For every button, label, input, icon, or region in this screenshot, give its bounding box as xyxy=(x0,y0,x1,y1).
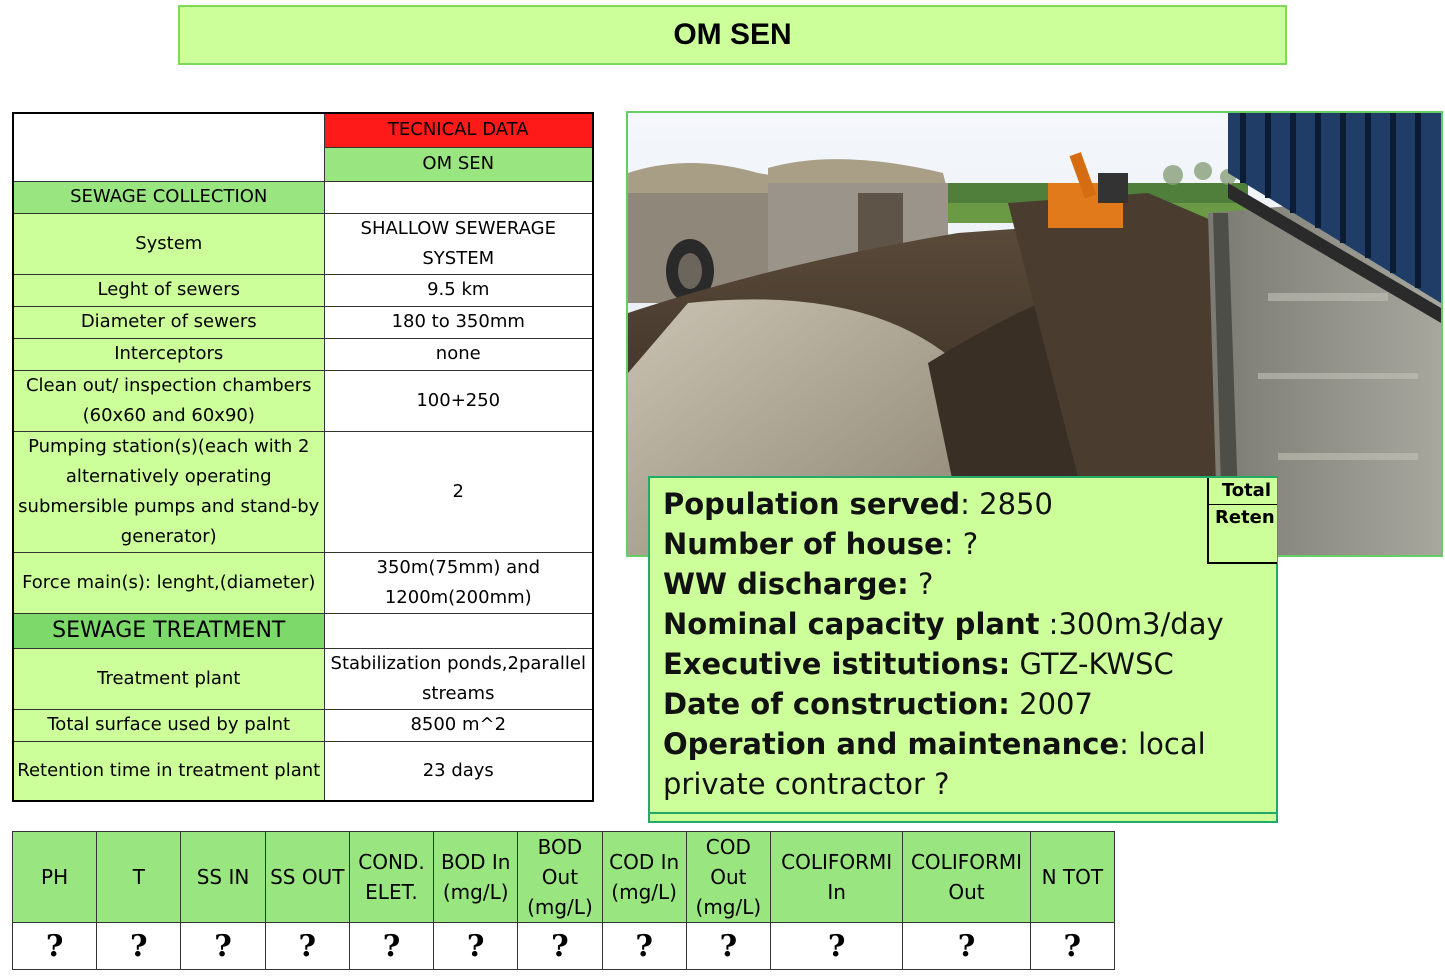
fragment-total: Total xyxy=(1209,478,1277,505)
tech-header-green: OM SEN xyxy=(323,146,594,182)
param-header: PH xyxy=(11,831,98,923)
param-value: ? xyxy=(601,922,687,970)
param-header: COD Out (mg/L) xyxy=(685,831,771,923)
houses-line: Number of house: ? xyxy=(663,527,979,561)
row-value: SHALLOW SEWERAGE SYSTEM xyxy=(323,212,594,275)
param-value: ? xyxy=(1029,922,1116,970)
param-value: ? xyxy=(769,922,904,970)
row-label: Total surface used by palnt xyxy=(12,708,325,742)
param-value: ? xyxy=(348,922,435,970)
row-value: 2 xyxy=(323,430,594,553)
operation-line: Operation and maintenance: local xyxy=(663,727,1206,761)
param-header: COND. ELET. xyxy=(348,831,435,923)
parameters-table: PH T SS IN SS OUT COND. ELET. BOD In (mg… xyxy=(11,831,1116,970)
technical-data-table: TECNICAL DATA OM SEN SEWAGE COLLECTION S… xyxy=(12,112,594,802)
row-label: System xyxy=(12,212,325,275)
project-info-box: Population served: 2850 Number of house:… xyxy=(648,476,1278,823)
param-value: ? xyxy=(517,922,603,970)
tech-header-red: TECNICAL DATA xyxy=(323,112,594,148)
param-header: COLIFORMI In xyxy=(769,831,904,923)
fragment-reten: Reten xyxy=(1215,507,1275,528)
param-header: BOD In (mg/L) xyxy=(433,831,519,923)
row-value: 9.5 km xyxy=(323,273,594,307)
row-label: Pumping station(s)(each with 2 alternati… xyxy=(12,430,325,553)
row-value: 23 days xyxy=(323,740,594,802)
param-value: ? xyxy=(96,922,182,970)
param-value: ? xyxy=(11,922,98,970)
row-value: 8500 m^2 xyxy=(323,708,594,742)
row-value: 180 to 350mm xyxy=(323,305,594,339)
param-header: N TOT xyxy=(1029,831,1116,923)
row-label: Force main(s): lenght,(diameter) xyxy=(12,551,325,614)
row-label: Treatment plant xyxy=(12,647,325,710)
construction-date-line: Date of construction: 2007 xyxy=(663,687,1093,721)
param-header: BOD Out (mg/L) xyxy=(517,831,603,923)
param-value: ? xyxy=(180,922,266,970)
param-header: T xyxy=(96,831,182,923)
overlapping-table-fragment: Total Reten xyxy=(1207,478,1277,564)
population-line: Population served: 2850 xyxy=(663,487,1053,521)
param-header: SS OUT xyxy=(264,831,350,923)
param-header: COD In (mg/L) xyxy=(601,831,687,923)
param-value: ? xyxy=(685,922,771,970)
row-label: Interceptors xyxy=(12,337,325,371)
param-value: ? xyxy=(264,922,350,970)
executive-line: Executive istitutions: GTZ-KWSC xyxy=(663,647,1174,681)
table-corner xyxy=(12,112,325,182)
row-label: Clean out/ inspection chambers (60x60 an… xyxy=(12,369,325,432)
section-sewage-treatment: SEWAGE TREATMENT xyxy=(12,612,325,649)
section-sewage-collection: SEWAGE COLLECTION xyxy=(12,180,325,214)
capacity-line: Nominal capacity plant :300m3/day xyxy=(663,607,1224,641)
row-label: Leght of sewers xyxy=(12,273,325,307)
page-title: OM SEN xyxy=(178,5,1287,65)
row-value: 100+250 xyxy=(323,369,594,432)
divider xyxy=(650,812,1276,814)
row-label: Retention time in treatment plant xyxy=(12,740,325,802)
param-value: ? xyxy=(433,922,519,970)
ww-discharge-line: WW discharge: ? xyxy=(663,567,934,601)
row-label: Diameter of sewers xyxy=(12,305,325,339)
param-header: SS IN xyxy=(180,831,266,923)
row-value: none xyxy=(323,337,594,371)
row-value: Stabilization ponds,2parallel streams xyxy=(323,647,594,710)
param-value: ? xyxy=(902,922,1031,970)
param-header: COLIFORMI Out xyxy=(902,831,1031,923)
operation-line-2: private contractor ? xyxy=(663,767,950,801)
row-value: 350m(75mm) and 1200m(200mm) xyxy=(323,551,594,614)
